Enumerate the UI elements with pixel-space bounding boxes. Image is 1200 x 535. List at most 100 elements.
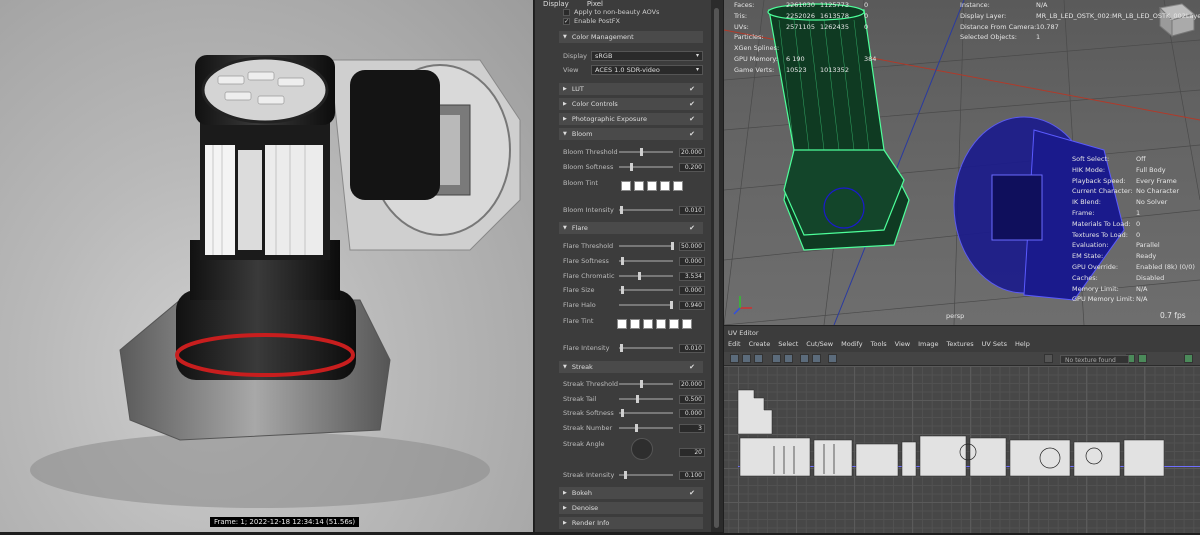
streak-number-value[interactable]: 3	[679, 423, 705, 433]
streak-intensity-value[interactable]: 0.100	[679, 470, 705, 480]
flare-tint-swatches[interactable]	[617, 319, 692, 329]
snapshot-icon[interactable]	[772, 354, 781, 363]
slider-value-field[interactable]: 0.940	[679, 300, 705, 310]
section-color-management[interactable]: ▼ Color Management	[559, 31, 703, 43]
menu-image[interactable]: Image	[918, 340, 938, 348]
slider-handle[interactable]	[635, 424, 639, 432]
slider-value-field[interactable]: 0.200	[679, 162, 705, 172]
slider-handle[interactable]	[620, 257, 624, 265]
streak-tail-slider[interactable]: Streak Tail 0.500	[563, 394, 705, 404]
uv-canvas[interactable]	[724, 366, 1200, 533]
slider-handle[interactable]	[620, 206, 624, 214]
panel-scrollbar[interactable]	[711, 0, 723, 532]
bloom-threshold-slider[interactable]: Bloom Threshold 20.000	[563, 147, 705, 157]
slider-handle[interactable]	[669, 301, 673, 309]
flare-softness-slider[interactable]: Flare Softness 0.000	[563, 256, 705, 266]
view-dropdown[interactable]: ACES 1.0 SDR-video	[591, 65, 703, 75]
checkmark-icon[interactable]: ✔	[689, 224, 695, 232]
section-render-info[interactable]: ▶ Render Info	[559, 517, 703, 529]
slider-value-field[interactable]: 0.000	[679, 408, 705, 418]
menu-help[interactable]: Help	[1015, 340, 1030, 348]
menu-modify[interactable]: Modify	[841, 340, 863, 348]
section-flare[interactable]: ▼ Flare ✔	[559, 222, 703, 234]
menu-cut-sew[interactable]: Cut/Sew	[806, 340, 833, 348]
enable-postfx-checkbox[interactable]: ✓ Enable PostFX	[563, 17, 620, 25]
uv-border-icon[interactable]	[800, 354, 809, 363]
section-lut[interactable]: ▶ LUT ✔	[559, 83, 703, 95]
section-bokeh[interactable]: ▶ Bokeh ✔	[559, 487, 703, 499]
checkbox-icon	[563, 8, 570, 16]
flare-chromatic-slider[interactable]: Flare Chromatic 3.534	[563, 271, 705, 281]
slider-value-field[interactable]: 20.000	[679, 379, 705, 389]
slider-handle[interactable]	[637, 272, 641, 280]
slider-handle[interactable]	[620, 344, 624, 352]
slider-value-field[interactable]: 0.500	[679, 394, 705, 404]
bloom-tint-label: Bloom Tint	[563, 179, 598, 187]
menu-select[interactable]: Select	[778, 340, 798, 348]
texture-dropdown[interactable]: No texture found	[1060, 355, 1129, 364]
slider-handle[interactable]	[629, 163, 633, 171]
scrollbar-thumb[interactable]	[714, 8, 719, 528]
checkmark-icon[interactable]: ✔	[689, 363, 695, 371]
bloom-tint-swatches[interactable]	[621, 181, 683, 191]
slider-value-field[interactable]: 0.010	[679, 343, 705, 353]
gamma-icon[interactable]	[1184, 354, 1193, 363]
section-color-controls[interactable]: ▶ Color Controls ✔	[559, 98, 703, 110]
slider-value-field[interactable]: 50.000	[679, 241, 705, 251]
section-photographic-exposure[interactable]: ▶ Photographic Exposure ✔	[559, 113, 703, 125]
section-denoise[interactable]: ▶ Denoise	[559, 502, 703, 514]
flare-size-slider[interactable]: Flare Size 0.000	[563, 285, 705, 295]
checkmark-icon[interactable]: ✔	[689, 115, 695, 123]
slider-handle[interactable]	[620, 409, 624, 417]
section-streak[interactable]: ▼ Streak ✔	[559, 361, 703, 373]
menu-textures[interactable]: Textures	[946, 340, 973, 348]
slider-handle[interactable]	[639, 148, 643, 156]
flare-halo-slider[interactable]: Flare Halo 0.940	[563, 300, 705, 310]
checkmark-icon[interactable]: ✔	[689, 85, 695, 93]
menu-tools[interactable]: Tools	[871, 340, 887, 348]
streak-softness-slider[interactable]: Streak Softness 0.000	[563, 408, 705, 418]
slider-handle[interactable]	[639, 380, 643, 388]
tab-pixel[interactable]: Pixel	[587, 0, 603, 8]
slider-handle[interactable]	[636, 395, 640, 403]
slider-value-field[interactable]: 0.000	[679, 285, 705, 295]
slider-value-field[interactable]: 0.000	[679, 256, 705, 266]
flare-intensity-slider[interactable]: Flare Intensity 0.010	[563, 343, 705, 353]
distortion-icon[interactable]	[812, 354, 821, 363]
menu-uv-sets[interactable]: UV Sets	[982, 340, 1007, 348]
slider-handle[interactable]	[671, 242, 675, 250]
render-view[interactable]: Frame: 1; 2022-12-18 12:34:14 (51.56s)	[0, 0, 533, 532]
streak-number-slider[interactable]: Streak Number 3	[563, 423, 705, 433]
slider-handle[interactable]	[624, 471, 628, 479]
streak-angle-value[interactable]: 20	[679, 447, 705, 457]
exposure-icon[interactable]	[1138, 354, 1147, 363]
slider-handle[interactable]	[620, 286, 624, 294]
apply-non-beauty-checkbox[interactable]: Apply to non-beauty AOVs	[563, 8, 659, 16]
menu-create[interactable]: Create	[749, 340, 771, 348]
streak-intensity-slider[interactable]: Streak Intensity 0.100	[563, 470, 705, 480]
slider-value-field[interactable]: 20.000	[679, 147, 705, 157]
menu-edit[interactable]: Edit	[728, 340, 741, 348]
checkmark-icon[interactable]: ✔	[689, 130, 695, 138]
streak-threshold-slider[interactable]: Streak Threshold 20.000	[563, 379, 705, 389]
bloom-intensity-slider[interactable]: Bloom Intensity 0.010	[563, 205, 705, 215]
section-bloom[interactable]: ▼ Bloom ✔	[559, 128, 703, 140]
flare-threshold-slider[interactable]: Flare Threshold 50.000	[563, 241, 705, 251]
tab-display[interactable]: Display	[543, 0, 569, 8]
shaded-icon[interactable]	[784, 354, 793, 363]
bloom-softness-slider[interactable]: Bloom Softness 0.200	[563, 162, 705, 172]
display-dropdown[interactable]: sRGB	[591, 51, 703, 61]
image-icon[interactable]	[828, 354, 837, 363]
checkmark-icon[interactable]: ✔	[689, 489, 695, 497]
viewport-3d[interactable]: Faces: Tris: UVs: Particles: XGen Splines: GP…	[724, 0, 1200, 325]
collapse-triangle-icon: ▶	[563, 520, 567, 526]
slider-value-field[interactable]: 0.010	[679, 205, 705, 215]
wire-icon[interactable]	[754, 354, 763, 363]
checkmark-icon[interactable]: ✔	[689, 100, 695, 108]
slider-track	[619, 289, 673, 291]
menu-view[interactable]: View	[895, 340, 910, 348]
arrow-left-icon[interactable]	[1044, 354, 1053, 363]
grid-icon[interactable]	[742, 354, 751, 363]
checker-icon[interactable]	[730, 354, 739, 363]
slider-value-field[interactable]: 3.534	[679, 271, 705, 281]
